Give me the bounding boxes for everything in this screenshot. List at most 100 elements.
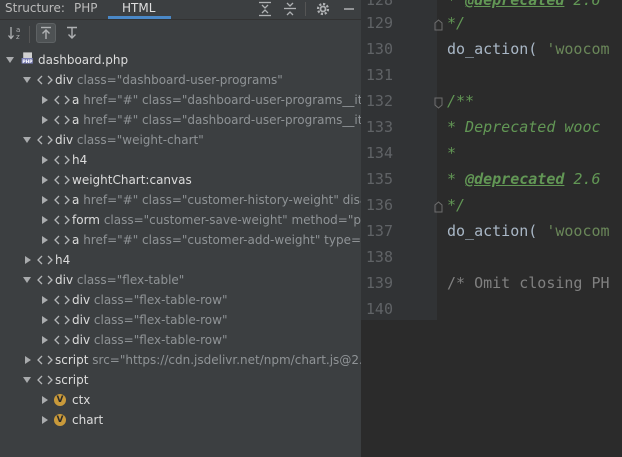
- code-editor[interactable]: 128 129 130 131 132 133 134 135 136 137 …: [361, 0, 622, 457]
- tree-item[interactable]: a href="#" class="customer-add-weight" t…: [0, 230, 361, 250]
- structure-label: Structure:: [5, 1, 65, 15]
- tree-item-label: a href="#" class="customer-add-weight" t…: [72, 230, 361, 250]
- scroll-from-source-button[interactable]: [36, 23, 56, 43]
- line-number: 133: [365, 118, 393, 136]
- tree-item[interactable]: Vctx: [0, 390, 361, 410]
- tag-name: div: [72, 333, 91, 347]
- code-line: * @deprecated 2.6: [447, 170, 601, 188]
- tree-item[interactable]: a href="#" class="dashboard-user-program…: [0, 90, 361, 110]
- tree-item-label: ctx: [72, 390, 90, 410]
- tree-item[interactable]: h4: [0, 150, 361, 170]
- tree-item[interactable]: h4: [0, 250, 361, 270]
- file-name: dashboard.php: [38, 53, 129, 67]
- tag-attributes: href="#" class="customer-add-weight" typ…: [83, 233, 361, 247]
- expanded-arrow-icon[interactable]: [4, 50, 16, 70]
- tree-item[interactable]: script: [0, 370, 361, 390]
- html-tag-icon: [54, 95, 70, 105]
- tag-attributes: class="customer-save-weight" method="pos…: [103, 213, 361, 227]
- html-tag-icon: [54, 215, 70, 225]
- structure-tab-bar: Structure: PHP HTML: [0, 0, 361, 20]
- fold-end-icon[interactable]: [434, 201, 443, 213]
- collapsed-arrow-icon[interactable]: [38, 90, 50, 110]
- html-tag-icon: [54, 155, 70, 165]
- minimize-icon[interactable]: [340, 0, 358, 18]
- tag-attributes: class="dashboard-user-programs": [76, 73, 283, 87]
- fold-start-icon[interactable]: [434, 97, 443, 109]
- gear-icon[interactable]: [314, 0, 332, 18]
- collapsed-arrow-icon[interactable]: [38, 310, 50, 330]
- html-tag-icon: [37, 275, 53, 285]
- collapsed-arrow-icon[interactable]: [21, 350, 33, 370]
- collapsed-arrow-icon[interactable]: [38, 390, 50, 410]
- collapsed-arrow-icon[interactable]: [38, 210, 50, 230]
- collapse-all-icon[interactable]: [281, 0, 299, 18]
- svg-text:z: z: [16, 33, 20, 41]
- tree-root-item[interactable]: PHP dashboard.php: [0, 50, 361, 70]
- html-tag-icon: [54, 235, 70, 245]
- tree-item-label: div class="flex-table-row": [72, 310, 227, 330]
- code-line: *: [447, 144, 457, 162]
- tag-name: a: [72, 93, 80, 107]
- variable-badge: V: [54, 393, 66, 406]
- expanded-arrow-icon[interactable]: [21, 370, 33, 390]
- line-number: 131: [365, 66, 393, 84]
- fold-end-icon[interactable]: [434, 19, 443, 31]
- tag-name: h4: [72, 153, 88, 167]
- collapsed-arrow-icon[interactable]: [38, 230, 50, 250]
- tag-name: div: [55, 73, 74, 87]
- collapsed-arrow-icon[interactable]: [38, 410, 50, 430]
- collapsed-arrow-icon[interactable]: [21, 250, 33, 270]
- tree-item[interactable]: form class="customer-save-weight" method…: [0, 210, 361, 230]
- tree-item-label: div class="flex-table": [55, 270, 184, 290]
- expanded-arrow-icon[interactable]: [21, 270, 33, 290]
- tag-attributes: src="https://cdn.jsdelivr.net/npm/chart.…: [92, 353, 361, 367]
- tab-php[interactable]: PHP: [74, 1, 98, 15]
- tag-name: a: [72, 193, 80, 207]
- tree-item[interactable]: script src="https://cdn.jsdelivr.net/npm…: [0, 350, 361, 370]
- tree-item[interactable]: div class="flex-table": [0, 270, 361, 290]
- toolbar-separator: [29, 26, 30, 43]
- tree-item[interactable]: Vchart: [0, 410, 361, 430]
- collapsed-arrow-icon[interactable]: [38, 110, 50, 130]
- expanded-arrow-icon[interactable]: [21, 130, 33, 150]
- tree-item[interactable]: div class="flex-table-row": [0, 290, 361, 310]
- expanded-arrow-icon[interactable]: [21, 70, 33, 90]
- tree-item[interactable]: div class="flex-table-row": [0, 310, 361, 330]
- collapsed-arrow-icon[interactable]: [38, 330, 50, 350]
- tree-item[interactable]: a href="#" class="dashboard-user-program…: [0, 110, 361, 130]
- code-line: * Deprecated wooc: [447, 118, 601, 136]
- tag-name: script: [55, 353, 89, 367]
- tree-item[interactable]: div class="flex-table-row": [0, 330, 361, 350]
- html-tag-icon: [54, 115, 70, 125]
- line-number: 130: [365, 40, 393, 58]
- code-line: * @deprecated 2.6: [447, 0, 601, 9]
- tree-item[interactable]: a href="#" class="customer-history-weigh…: [0, 190, 361, 210]
- line-number: 128: [365, 0, 393, 9]
- tree-item[interactable]: weightChart:canvas: [0, 170, 361, 190]
- tag-name: script: [55, 373, 89, 387]
- tree-item-label: a href="#" class="dashboard-user-program…: [72, 90, 361, 110]
- tree-item[interactable]: div class="dashboard-user-programs": [0, 70, 361, 90]
- line-number: 139: [365, 274, 393, 292]
- tag-name: a: [72, 113, 80, 127]
- tree-item-label: div class="flex-table-row": [72, 290, 227, 310]
- tag-attributes: class="flex-table": [76, 273, 185, 287]
- collapsed-arrow-icon[interactable]: [38, 150, 50, 170]
- collapsed-arrow-icon[interactable]: [38, 170, 50, 190]
- tree-item-label: chart: [72, 410, 103, 430]
- sort-alpha-icon[interactable]: a z: [6, 23, 26, 43]
- collapsed-arrow-icon[interactable]: [38, 190, 50, 210]
- autoscroll-icon[interactable]: [62, 23, 82, 43]
- expand-all-icon[interactable]: [256, 0, 274, 18]
- html-tag-icon: [54, 315, 70, 325]
- code-line: */: [447, 14, 466, 32]
- collapsed-arrow-icon[interactable]: [38, 290, 50, 310]
- structure-toolbar: a z: [0, 20, 361, 46]
- tab-html[interactable]: HTML: [122, 1, 155, 15]
- html-tag-icon: [54, 295, 70, 305]
- line-number: 134: [365, 144, 393, 162]
- scroll-from-source-icon: [41, 26, 51, 39]
- code-line: do_action( 'woocom: [447, 222, 610, 240]
- html-tag-icon: [37, 375, 53, 385]
- tree-item[interactable]: div class="weight-chart": [0, 130, 361, 150]
